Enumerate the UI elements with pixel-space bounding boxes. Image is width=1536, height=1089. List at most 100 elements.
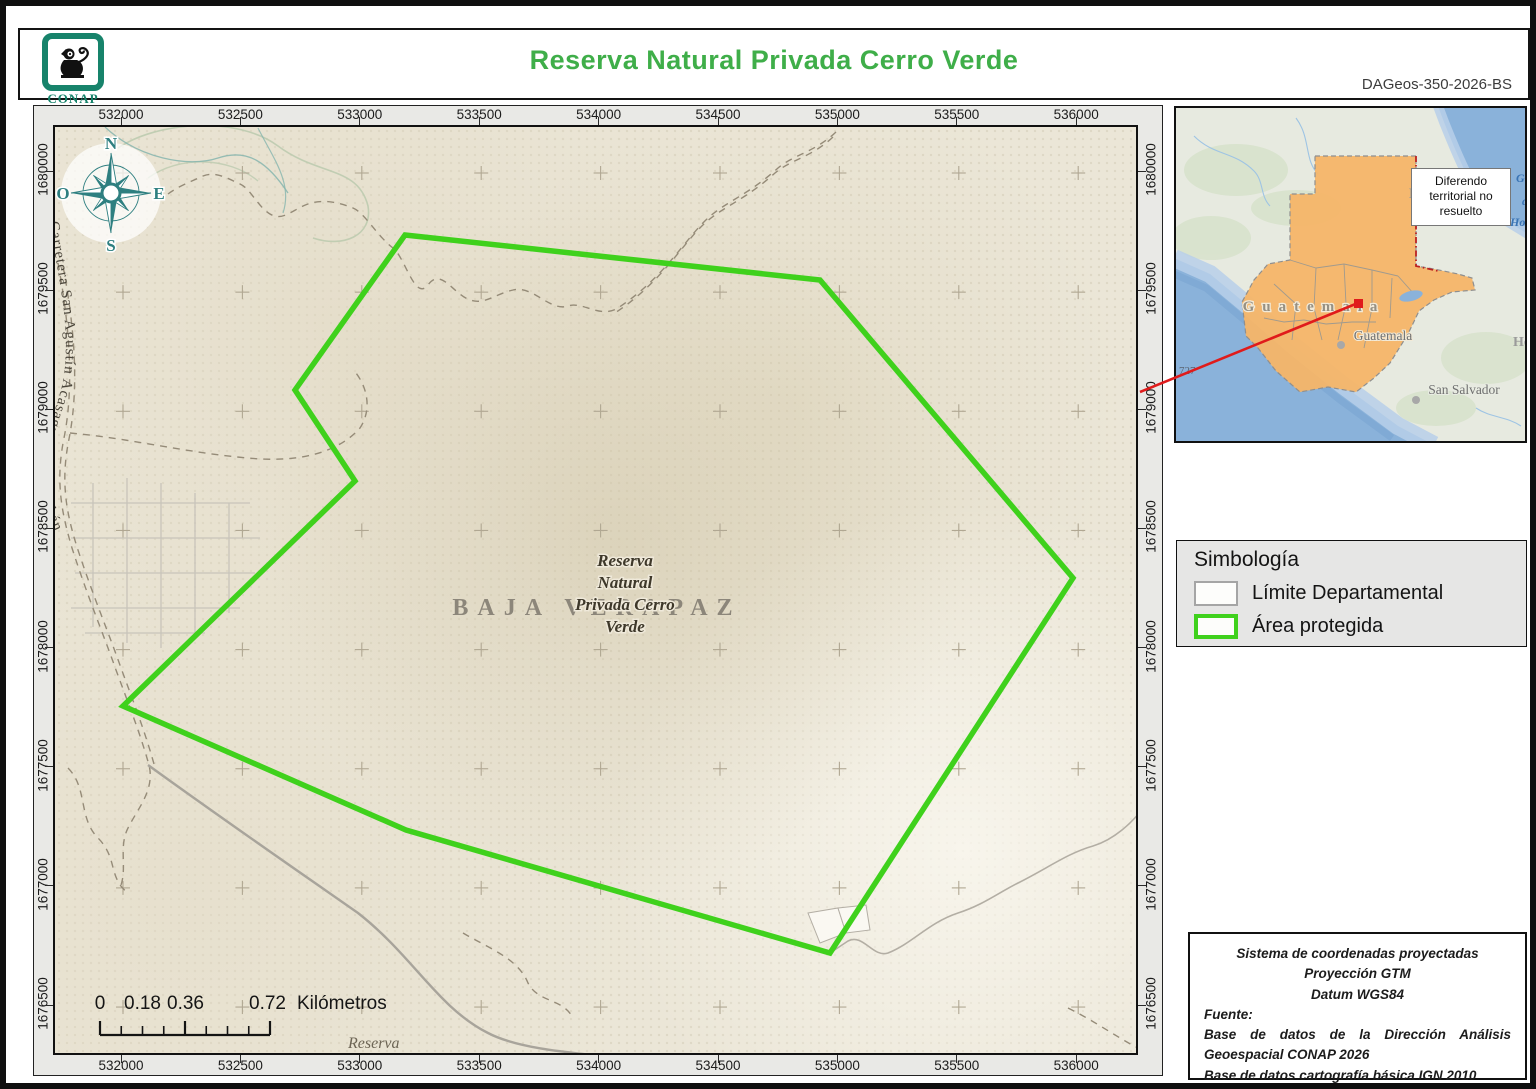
- compass-south-label: S: [106, 236, 115, 255]
- y-axis-label-left: 1676500: [35, 977, 51, 1030]
- source-line-2: Base de datos cartografía básica IGN 201…: [1204, 1067, 1477, 1083]
- scale-label-3: 0.72: [249, 993, 286, 1014]
- town-street-grid: [71, 478, 260, 648]
- scale-unit-label: Kilómetros: [297, 993, 387, 1014]
- legend-box: Simbología Límite Departamental Área pro…: [1176, 540, 1527, 647]
- axis-tick: [956, 117, 958, 125]
- svg-text:Gu: Gu: [1516, 171, 1527, 185]
- axis-tick: [45, 885, 53, 887]
- axis-tick: [45, 1004, 53, 1006]
- header-bar: CONAP Reserva Natural Privada Cerro Verd…: [18, 28, 1530, 106]
- axis-tick: [598, 1055, 600, 1063]
- road-label: Carretera San Agustín Acasaguastlán - Co…: [55, 220, 78, 534]
- datum-line: Datum WGS84: [1310, 986, 1405, 1002]
- trail-e: [462, 932, 574, 1019]
- axis-tick: [1138, 527, 1146, 529]
- axis-tick: [45, 647, 53, 649]
- svg-text:Verde: Verde: [605, 617, 645, 636]
- axis-tick: [1138, 647, 1146, 649]
- axis-tick: [1075, 1055, 1077, 1063]
- axis-tick: [45, 527, 53, 529]
- axis-tick: [45, 408, 53, 410]
- axis-tick: [120, 1055, 122, 1063]
- trail-d: [67, 767, 129, 894]
- y-axis-label-right: 1680000: [1143, 143, 1159, 196]
- axis-tick: [956, 1055, 958, 1063]
- axis-tick: [1138, 885, 1146, 887]
- fuente-label: Fuente:: [1204, 1006, 1253, 1022]
- y-axis-label-left: 1677500: [35, 738, 51, 792]
- map-canvas: BAJA VERAPAZ Reserva Natural Privada Cer…: [55, 127, 1136, 1053]
- legend-item-departmental: Límite Departamental: [1194, 579, 1443, 607]
- source-line-1: Base de datos de la Dirección Análisis G…: [1204, 1027, 1511, 1063]
- axis-tick: [1138, 289, 1146, 291]
- source-info-box: Sistema de coordenadas proyectadas Proye…: [1188, 932, 1527, 1083]
- axis-tick: [836, 1055, 838, 1063]
- axis-tick: [598, 117, 600, 125]
- axis-tick: [1138, 408, 1146, 410]
- legend-label: Límite Departamental: [1252, 581, 1444, 604]
- y-axis-label-right: 1676500: [1143, 977, 1159, 1030]
- y-axis-label-left: 1677000: [35, 858, 51, 911]
- protected-area-polygon: [118, 232, 1077, 957]
- axis-tick: [1075, 117, 1077, 125]
- axis-tick: [1138, 766, 1146, 768]
- legend-item-protected-area: Área protegida: [1194, 612, 1383, 640]
- y-axis-label-left: 1679000: [35, 381, 51, 435]
- y-axis-label-left: 1679500: [35, 262, 51, 315]
- crs-line: Sistema de coordenadas proyectadas: [1236, 946, 1479, 961]
- axis-tick: [717, 1055, 719, 1063]
- protected-area-swatch: [1194, 613, 1238, 639]
- compass-east-label: E: [153, 184, 164, 203]
- country-label: Guatemala: [1243, 299, 1386, 315]
- axis-tick: [239, 1055, 241, 1063]
- departmental-limit-swatch: [1194, 580, 1238, 606]
- axis-tick: [1138, 1004, 1146, 1006]
- inset-locator-map: B Guatemala Guatemala San Salvador Ho Gu…: [1174, 106, 1527, 443]
- scale-label-1: 0.18: [124, 993, 161, 1014]
- map-sheet: CONAP Reserva Natural Privada Cerro Verd…: [0, 0, 1536, 1089]
- axis-tick: [239, 117, 241, 125]
- honduras-label-fragment: Ho: [1513, 335, 1527, 350]
- scale-bar: [98, 1021, 272, 1037]
- svg-text:Reserva: Reserva: [596, 551, 653, 570]
- axis-tick: [359, 1055, 361, 1063]
- y-axis-label-right: 1679000: [1143, 381, 1159, 435]
- compass-north-label: N: [105, 134, 118, 153]
- compass-rose-icon: N E S O: [55, 133, 166, 257]
- legend-label: Área protegida: [1252, 614, 1384, 637]
- trail-a2: [614, 136, 834, 314]
- svg-text:d: d: [1522, 194, 1527, 208]
- y-axis-label-left: 1680000: [35, 143, 51, 196]
- territorial-dispute-note: Diferendo territorial no resuelto: [1411, 168, 1511, 226]
- inset-number-fragment: 727: [1179, 365, 1196, 377]
- bottom-partial-label: Reserva: [347, 1035, 400, 1052]
- projection-line: Proyección GTM: [1304, 966, 1411, 982]
- y-axis-label-right: 1679500: [1143, 262, 1159, 315]
- y-axis-label-right: 1677500: [1143, 738, 1159, 792]
- legend-title: Simbología: [1194, 548, 1300, 571]
- scale-label-2: 0.36: [167, 993, 204, 1014]
- reserve-name-label: Reserva Natural Privada Cerro Verde: [573, 550, 677, 638]
- svg-text:Natural: Natural: [597, 573, 653, 592]
- axis-tick: [717, 117, 719, 125]
- san-salvador-dot: [1412, 396, 1420, 404]
- y-axis-label-right: 1678000: [1143, 619, 1159, 673]
- y-axis-label-right: 1677000: [1143, 858, 1159, 911]
- axis-tick: [45, 170, 53, 172]
- svg-text:Hond: Hond: [1509, 215, 1527, 229]
- departmental-limit-line: [147, 764, 585, 1053]
- axis-tick: [45, 766, 53, 768]
- main-map: BAJA VERAPAZ Reserva Natural Privada Cer…: [53, 125, 1138, 1055]
- capital-city-dot: [1337, 341, 1345, 349]
- compass-west-label: O: [56, 184, 69, 203]
- y-axis-label-left: 1678000: [35, 619, 51, 673]
- contour-line: [147, 161, 259, 182]
- page-title: Reserva Natural Privada Cerro Verde: [529, 45, 1019, 75]
- y-axis-label-right: 1678500: [1143, 500, 1159, 554]
- axis-tick: [478, 1055, 480, 1063]
- trail-a: [167, 131, 837, 313]
- axis-tick: [1138, 170, 1146, 172]
- trail-c: [69, 372, 368, 460]
- axis-tick: [478, 117, 480, 125]
